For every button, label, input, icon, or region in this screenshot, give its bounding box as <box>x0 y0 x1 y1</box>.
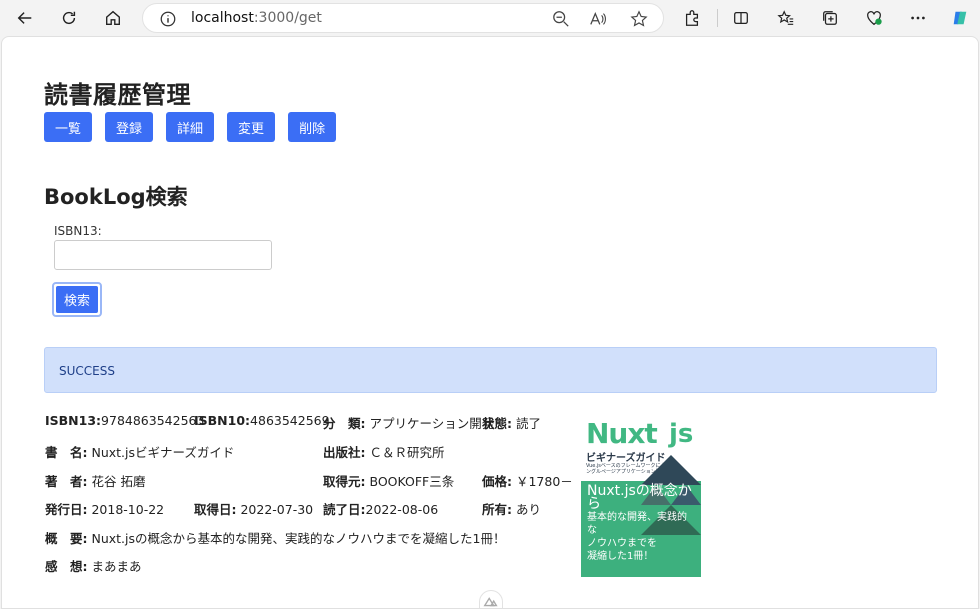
info-icon[interactable] <box>159 10 177 28</box>
home-icon[interactable] <box>98 4 128 32</box>
alert-text: SUCCESS <box>59 364 115 378</box>
read-date-field: 読了日:2022-08-06 <box>323 502 439 517</box>
more-menu-icon[interactable] <box>903 4 933 32</box>
published-field: 発行日: 2018-10-22 <box>45 502 165 517</box>
cover-line-3: ノウハウまでを <box>587 538 657 549</box>
extensions-icon[interactable] <box>677 4 707 32</box>
browser-toolbar: localhost:3000/get <box>0 0 980 36</box>
nav-register-button[interactable]: 登録 <box>105 112 154 142</box>
price-field: 価格: ￥1780－ <box>482 474 573 489</box>
address-bar[interactable]: localhost:3000/get <box>142 3 664 33</box>
nav-buttons: 一覧 登録 詳細 変更 削除 <box>44 112 337 142</box>
book-cover-image: Nuxt js ビギナーズガイド Vue.jsベースのフレームワークによるシング… <box>581 415 701 577</box>
page-content: 読書履歴管理 一覧 登録 詳細 変更 削除 BookLog検索 ISBN13: … <box>1 36 979 609</box>
isbn-input[interactable] <box>54 240 272 270</box>
search-button-label: 検索 <box>56 286 98 313</box>
cover-title: Nuxt <box>586 417 658 450</box>
favorite-star-icon[interactable] <box>630 10 648 28</box>
acquired-field: 取得日: 2022-07-30 <box>194 502 314 517</box>
collections-icon[interactable] <box>815 4 845 32</box>
split-screen-icon[interactable] <box>726 4 756 32</box>
favorites-icon[interactable] <box>771 4 801 32</box>
category-field: 分 類: アプリケーション開発 <box>323 416 495 431</box>
nav-detail-button[interactable]: 詳細 <box>166 112 215 142</box>
zoom-out-icon[interactable] <box>552 10 570 28</box>
search-button[interactable]: 検索 <box>52 282 102 317</box>
back-icon[interactable] <box>10 4 40 32</box>
nav-list-button[interactable]: 一覧 <box>44 112 93 142</box>
nuxt-devtools-icon[interactable] <box>479 590 503 608</box>
page-title: 読書履歴管理 <box>44 81 191 109</box>
reload-icon[interactable] <box>54 4 84 32</box>
author-field: 著 者: 花谷 拓磨 <box>45 474 146 489</box>
impression-field: 感 想: まあまあ <box>45 559 142 574</box>
isbn-label: ISBN13: <box>54 224 102 238</box>
read-aloud-icon[interactable] <box>589 10 607 28</box>
cover-line-1: Nuxt.jsの概念から <box>587 483 692 512</box>
summary-field: 概 要: Nuxt.jsの概念から基本的な開発、実践的なノウハウまでを凝縮した1… <box>45 531 506 546</box>
success-alert: SUCCESS <box>44 347 937 393</box>
isbn13-field: ISBN13:9784863542563 <box>45 413 205 428</box>
isbn10-field: ISBN10:4863542569 <box>194 413 330 428</box>
url-text: localhost:3000/get <box>191 10 322 26</box>
cover-title-js: js <box>669 419 694 449</box>
nav-edit-button[interactable]: 変更 <box>227 112 276 142</box>
copilot-icon[interactable] <box>945 4 975 32</box>
status-field: 状態: 読了 <box>482 416 541 431</box>
health-icon[interactable] <box>859 4 889 32</box>
cover-line-4: 凝縮した1冊！ <box>587 551 654 562</box>
title-field: 書 名: Nuxt.jsビギナーズガイド <box>45 445 235 460</box>
cover-line-2: 基本的な開発、実践的な <box>587 512 687 536</box>
owned-field: 所有: あり <box>482 502 541 517</box>
cover-green-text: Nuxt.jsの概念から 基本的な開発、実践的な ノウハウまでを 凝縮した1冊！ <box>587 483 695 563</box>
publisher-field: 出版社: Ｃ＆Ｒ研究所 <box>323 445 445 460</box>
search-heading: BookLog検索 <box>44 185 188 209</box>
toolbar-divider <box>717 9 718 27</box>
nav-delete-button[interactable]: 削除 <box>288 112 337 142</box>
source-field: 取得元: BOOKOFF三条 <box>323 474 455 489</box>
